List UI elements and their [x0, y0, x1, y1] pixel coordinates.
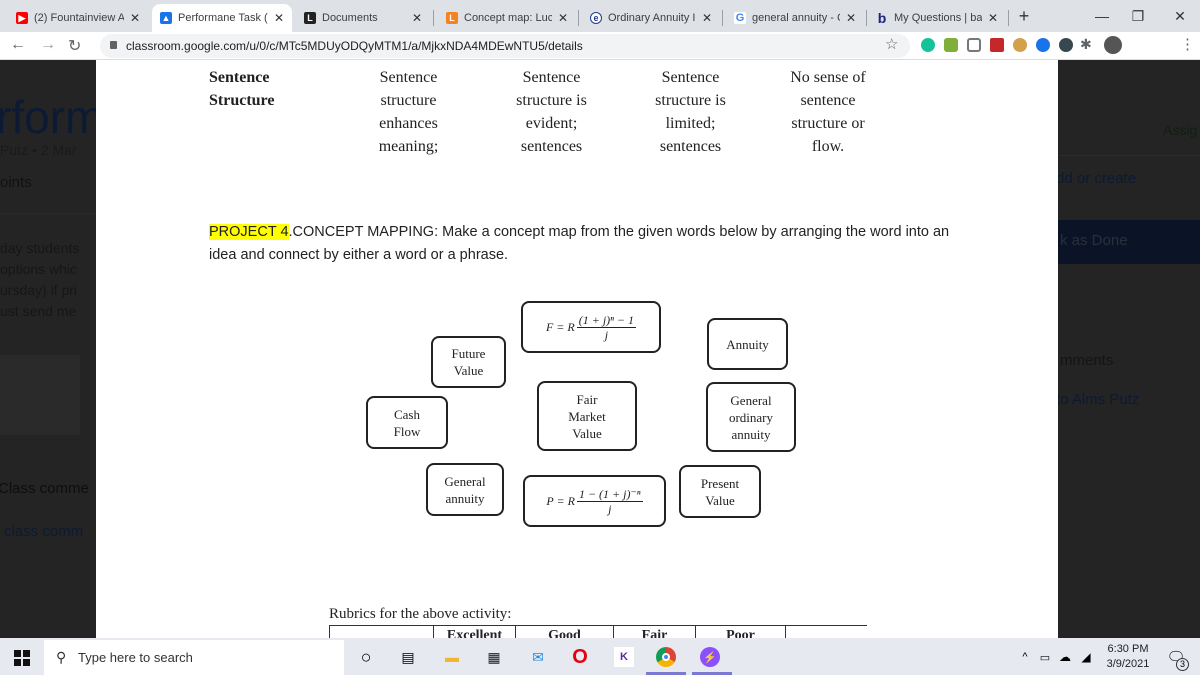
concept-general-annuity: General annuity	[426, 463, 504, 516]
bookmark-star-icon[interactable]: ☆	[885, 35, 898, 53]
documents-icon: L	[304, 12, 316, 24]
concept-present-value-formula: P = R 1 − (1 + j)⁻ⁿ j	[523, 475, 666, 527]
pocket-icon[interactable]	[967, 38, 981, 52]
task-view-icon[interactable]: ▤	[398, 647, 418, 667]
extensions-puzzle-icon[interactable]: ✱	[1080, 36, 1092, 53]
tab-performance-task[interactable]: ▲ Performane Task (2 ✕	[152, 4, 292, 32]
close-tab-icon[interactable]: ✕	[274, 11, 284, 25]
kahoot-icon[interactable]: K	[614, 647, 634, 667]
classroom-background-right: Assig dd or create k as Done mments to A…	[1058, 60, 1200, 638]
extension-plant-icon[interactable]	[944, 38, 958, 52]
forward-button[interactable]: →	[40, 36, 56, 54]
reload-button[interactable]: ↻	[68, 36, 81, 56]
rubrics-title: Rubrics for the above activity:	[329, 606, 512, 622]
rubric-criterion: Sentence Structure	[209, 69, 275, 109]
tab-fountainview[interactable]: ▶ (2) Fountainview A ✕	[8, 4, 148, 32]
tab-separator	[866, 10, 867, 26]
back-button[interactable]: ←	[10, 36, 26, 54]
lock-icon	[110, 41, 117, 49]
tab-concept-map[interactable]: L Concept map: Luci ✕	[438, 4, 576, 32]
tab-my-questions[interactable]: b My Questions | ba ✕	[868, 4, 1006, 32]
close-window-button[interactable]: ✕	[1160, 0, 1200, 32]
onedrive-icon[interactable]: ☁	[1055, 647, 1075, 667]
tab-separator	[578, 10, 579, 26]
extension-face-icon[interactable]	[1059, 38, 1073, 52]
rubric-fair-cell: Sentence structure is limited; sentences	[655, 69, 726, 155]
tab-separator	[433, 10, 434, 26]
extension-book-icon[interactable]	[990, 38, 1004, 52]
cortana-icon[interactable]: ○	[356, 647, 376, 667]
tab-separator	[722, 10, 723, 26]
extension-bookmark-icon[interactable]	[1036, 38, 1050, 52]
project-label-highlight: PROJECT 4	[209, 224, 289, 240]
windows-start-button[interactable]	[12, 648, 32, 668]
tab-general-annuity[interactable]: G general annuity - C ✕	[726, 4, 864, 32]
url-input[interactable]: classroom.google.com/u/0/c/MTc5MDUyODQyM…	[100, 34, 910, 58]
close-tab-icon[interactable]: ✕	[702, 11, 712, 25]
mail-icon[interactable]: ✉	[528, 647, 548, 667]
document-preview: Sentence Structure Sentence structure en…	[96, 60, 1058, 646]
concept-cash-flow: Cash Flow	[366, 396, 448, 449]
bartleby-icon: b	[877, 10, 887, 26]
classroom-background-left: rform Putz • 2 Mar oints day students op…	[0, 60, 96, 638]
rubric-excellent-cell: Sentence structure enhances meaning;	[378, 69, 439, 155]
file-explorer-icon[interactable]: ▬	[442, 647, 462, 667]
concept-fair-market-value: Fair Market Value	[537, 381, 637, 451]
tab-documents[interactable]: L Documents ✕	[296, 4, 430, 32]
system-clock[interactable]: 6:30 PM 3/9/2021	[1100, 642, 1156, 672]
search-icon: ⚲	[56, 649, 67, 665]
close-tab-icon[interactable]: ✕	[846, 11, 856, 25]
grammarly-icon[interactable]	[921, 38, 935, 52]
youtube-icon: ▶	[16, 12, 28, 24]
close-tab-icon[interactable]: ✕	[988, 11, 998, 25]
taskbar-search-input[interactable]: ⚲ Type here to search	[44, 640, 344, 675]
concept-present-value: Present Value	[679, 465, 761, 518]
rubric-good-cell: Sentence structure is evident; sentences	[516, 69, 587, 155]
tab-ordinary-annuity[interactable]: e Ordinary Annuity I ✕	[582, 4, 720, 32]
extension-owl-icon[interactable]	[1013, 38, 1027, 52]
concept-future-value: Future Value	[431, 336, 506, 388]
wifi-icon[interactable]: ◢	[1076, 647, 1096, 667]
site-icon: e	[590, 12, 602, 24]
restore-button[interactable]: ❐	[1118, 0, 1158, 32]
close-tab-icon[interactable]: ✕	[558, 11, 568, 25]
concept-annuity: Annuity	[707, 318, 788, 370]
rubric-poor-cell: No sense of sentence structure or flow.	[790, 69, 866, 155]
show-hidden-icons[interactable]: ^	[1015, 647, 1035, 667]
chrome-icon[interactable]	[656, 647, 676, 667]
concept-future-value-formula: F = R (1 + j)ⁿ − 1j	[521, 301, 661, 353]
close-tab-icon[interactable]: ✕	[130, 11, 140, 25]
google-icon: G	[734, 12, 746, 24]
opera-icon[interactable]: O	[570, 646, 590, 668]
close-tab-icon[interactable]: ✕	[412, 11, 422, 25]
new-tab-button[interactable]: +	[1004, 0, 1044, 32]
project-instruction: PROJECT 4.CONCEPT MAPPING: Make a concep…	[209, 224, 950, 263]
battery-icon[interactable]: ▭	[1035, 647, 1055, 667]
profile-avatar[interactable]	[1104, 36, 1122, 54]
menu-kebab-icon[interactable]: ⋮	[1180, 35, 1195, 53]
attachment-thumbnail[interactable]	[0, 355, 80, 435]
lucidchart-icon: L	[446, 12, 458, 24]
messenger-icon[interactable]: ⚡	[700, 647, 720, 667]
notification-count-badge: 3	[1176, 658, 1189, 671]
minimize-button[interactable]: —	[1082, 0, 1122, 32]
concept-general-ordinary-annuity: General ordinary annuity	[706, 382, 796, 452]
mark-as-done-button[interactable]: k as Done	[1058, 220, 1200, 264]
microsoft-store-icon[interactable]: ▦	[484, 647, 504, 667]
divider	[0, 213, 96, 214]
classroom-icon: ▲	[160, 12, 172, 24]
